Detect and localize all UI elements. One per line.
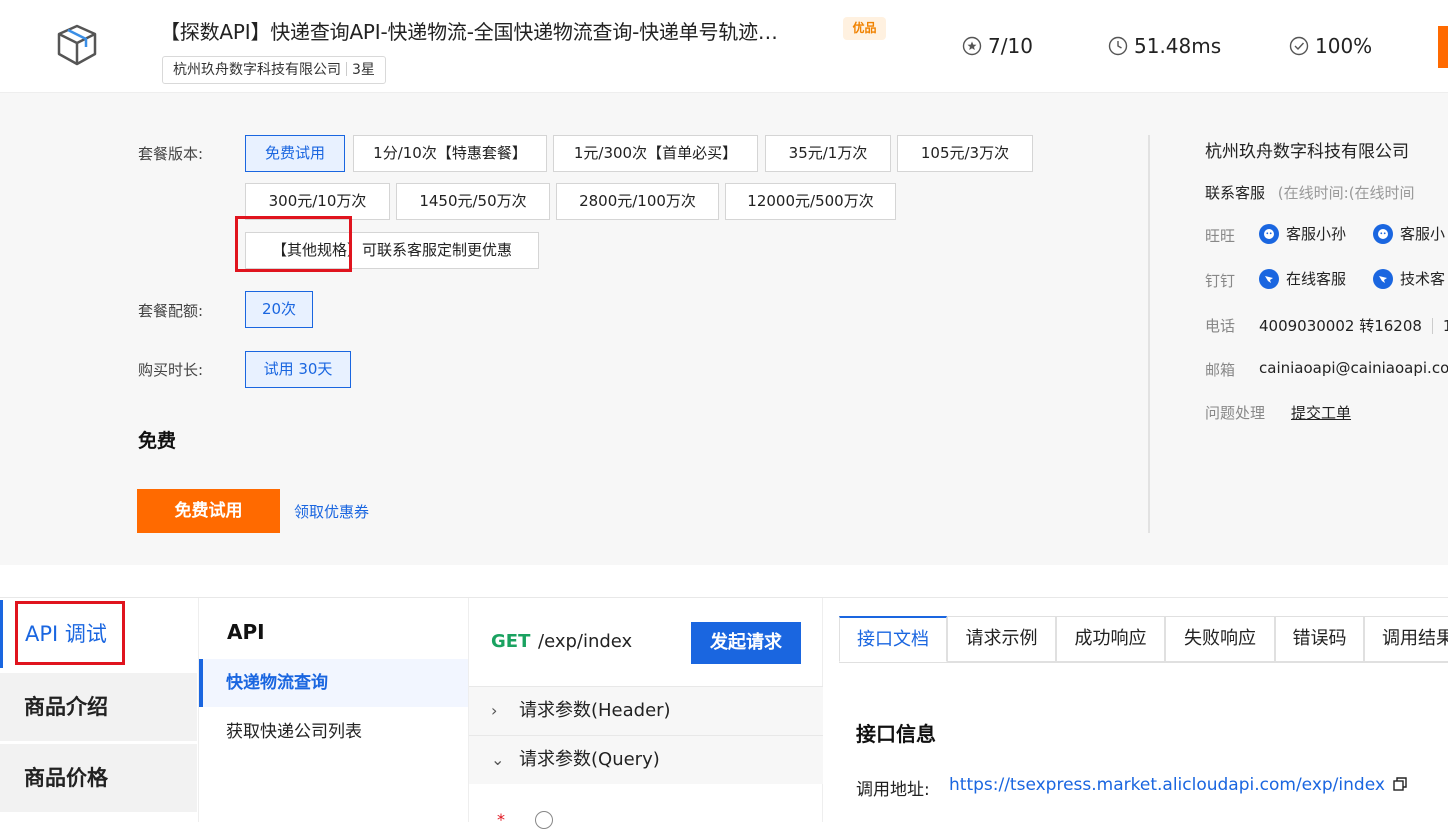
wangwang-contact-2[interactable]: 客服小 xyxy=(1373,223,1445,244)
rating-stat: 7/10 xyxy=(962,34,1033,58)
api-item-express-query[interactable]: 快递物流查询 xyxy=(199,659,469,707)
api-list: API 快递物流查询 获取快递公司列表 xyxy=(198,598,469,822)
company-name: 杭州玖舟数字科技有限公司 xyxy=(173,62,341,78)
duration-label: 购买时长: xyxy=(138,361,204,379)
phone-number-2: 18 xyxy=(1442,316,1448,335)
section-title: 请求参数(Header) xyxy=(519,700,671,721)
dingding-name: 在线客服 xyxy=(1286,270,1347,288)
endpoint-url-text: https://tsexpress.market.alicloudapi.com… xyxy=(949,775,1385,795)
copy-icon[interactable] xyxy=(1392,776,1408,792)
api-item-company-list[interactable]: 获取快递公司列表 xyxy=(199,708,469,756)
help-icon[interactable] xyxy=(535,811,553,829)
phone-label: 电话 xyxy=(1205,317,1236,335)
tab-underline xyxy=(839,662,1448,663)
duration-option[interactable]: 试用 30天 xyxy=(245,351,351,388)
submit-ticket-link[interactable]: 提交工单 xyxy=(1291,402,1351,423)
chat-face-icon xyxy=(1373,223,1393,244)
endpoint-url[interactable]: https://tsexpress.market.alicloudapi.com… xyxy=(949,775,1408,795)
phone-separator xyxy=(1431,317,1433,334)
email-address[interactable]: cainiaoapi@cainiaoapi.com xyxy=(1259,359,1448,377)
plan-option[interactable]: 35元/1万次 xyxy=(765,135,891,172)
quota-option[interactable]: 20次 xyxy=(245,291,313,328)
api-list-title: API xyxy=(227,620,265,644)
tab-success-response[interactable]: 成功响应 xyxy=(1056,616,1165,662)
clock-icon xyxy=(1108,36,1128,56)
package-box-icon xyxy=(52,22,102,68)
highlight-box-api-debug xyxy=(15,601,125,665)
left-nav: API 调试 商品介绍 商品价格 xyxy=(0,598,197,822)
dingding-contact-2[interactable]: 技术客 xyxy=(1373,268,1445,289)
service-row: 联系客服 (在线时间:(在线时间 xyxy=(1205,182,1415,203)
header-params-section[interactable]: › 请求参数(Header) xyxy=(469,686,823,735)
service-label: 联系客服 xyxy=(1205,184,1266,202)
product-header: 【探数API】快递查询API-快递物流-全国快递物流查询-快递单号轨迹… 优品 … xyxy=(0,0,1448,93)
company-tag[interactable]: 杭州玖舟数字科技有限公司 3星 xyxy=(162,56,386,84)
url-label: 调用地址: xyxy=(856,780,930,800)
chat-face-icon xyxy=(1259,223,1279,244)
wangwang-name: 客服小 xyxy=(1400,225,1446,243)
request-path: /exp/index xyxy=(538,631,633,652)
success-rate-value: 100% xyxy=(1315,34,1373,58)
dingtalk-icon xyxy=(1373,268,1393,289)
email-label: 邮箱 xyxy=(1205,361,1236,379)
nav-item-product-intro[interactable]: 商品介绍 xyxy=(0,673,197,741)
dingding-label: 钉钉 xyxy=(1205,272,1236,290)
pricing-panel: 套餐版本: 免费试用 1分/10次【特惠套餐】 1元/300次【首单必买】 35… xyxy=(0,93,1448,565)
latency-stat: 51.48ms xyxy=(1108,34,1221,58)
tab-fail-response[interactable]: 失败响应 xyxy=(1165,616,1275,662)
latency-value: 51.48ms xyxy=(1134,34,1222,58)
section-title: 请求参数(Query) xyxy=(519,749,660,770)
chevron-right-icon: › xyxy=(491,701,498,720)
vertical-divider xyxy=(1148,135,1150,533)
plan-label: 套餐版本: xyxy=(138,145,204,163)
wangwang-name: 客服小孙 xyxy=(1286,225,1347,243)
free-trial-button[interactable]: 免费试用 xyxy=(137,489,280,533)
plan-option[interactable]: 105元/3万次 xyxy=(897,135,1033,172)
plan-option[interactable]: 1元/300次【首单必买】 xyxy=(553,135,758,172)
coupon-link[interactable]: 领取优惠券 xyxy=(294,501,369,522)
check-circle-icon xyxy=(1289,36,1309,56)
dingtalk-icon xyxy=(1259,268,1279,289)
doc-panel: 接口文档 请求示例 成功响应 失败响应 错误码 调用结果 接口信息 调用地址: … xyxy=(823,598,1448,822)
phone-number: 4009030002 转16208 xyxy=(1259,317,1422,335)
price-text: 免费 xyxy=(138,430,177,452)
plan-option[interactable]: 300元/10万次 xyxy=(245,183,390,220)
api-debug-area: API 调试 商品介绍 商品价格 API 快递物流查询 获取快递公司列表 GET… xyxy=(0,597,1448,829)
tag-separator xyxy=(346,62,347,76)
plan-option[interactable]: 2800元/100万次 xyxy=(556,183,719,220)
phone-row: 4009030002 转16208 18 xyxy=(1259,315,1448,336)
required-marker: * xyxy=(497,810,505,829)
send-request-button[interactable]: 发起请求 xyxy=(691,622,801,664)
wangwang-label: 旺旺 xyxy=(1205,227,1236,245)
premium-badge: 优品 xyxy=(843,17,886,40)
query-params-section[interactable]: ⌄ 请求参数(Query) xyxy=(469,735,823,784)
tab-call-result[interactable]: 调用结果 xyxy=(1364,616,1448,662)
tab-error-codes[interactable]: 错误码 xyxy=(1275,616,1364,662)
issue-label: 问题处理 xyxy=(1205,404,1266,422)
wangwang-contact-1[interactable]: 客服小孙 xyxy=(1259,223,1346,244)
success-rate-stat: 100% xyxy=(1289,34,1372,58)
tab-api-doc[interactable]: 接口文档 xyxy=(839,616,947,662)
highlight-box-free-trial xyxy=(235,216,352,272)
doc-heading: 接口信息 xyxy=(856,722,936,746)
plan-option-free-trial[interactable]: 免费试用 xyxy=(245,135,345,172)
star-circle-icon xyxy=(962,36,982,56)
plan-option[interactable]: 12000元/500万次 xyxy=(725,183,896,220)
vendor-name: 杭州玖舟数字科技有限公司 xyxy=(1205,142,1409,162)
rating-value: 7/10 xyxy=(988,34,1033,58)
dingding-name: 技术客 xyxy=(1400,270,1446,288)
plan-option[interactable]: 1450元/50万次 xyxy=(396,183,550,220)
request-panel: GET /exp/index 发起请求 › 请求参数(Header) ⌄ 请求参… xyxy=(468,598,823,829)
service-hours: (在线时间:(在线时间 xyxy=(1277,184,1415,202)
tab-request-example[interactable]: 请求示例 xyxy=(947,616,1056,662)
plan-option[interactable]: 1分/10次【特惠套餐】 xyxy=(353,135,547,172)
quota-label: 套餐配额: xyxy=(138,302,204,320)
buy-button-edge[interactable] xyxy=(1438,26,1448,68)
product-title: 【探数API】快递查询API-快递物流-全国快递物流查询-快递单号轨迹… xyxy=(160,20,778,44)
star-level: 3星 xyxy=(352,62,375,78)
http-method: GET xyxy=(491,631,531,652)
nav-item-product-price[interactable]: 商品价格 xyxy=(0,744,197,812)
dingding-contact-1[interactable]: 在线客服 xyxy=(1259,268,1346,289)
chevron-down-icon: ⌄ xyxy=(491,750,505,769)
